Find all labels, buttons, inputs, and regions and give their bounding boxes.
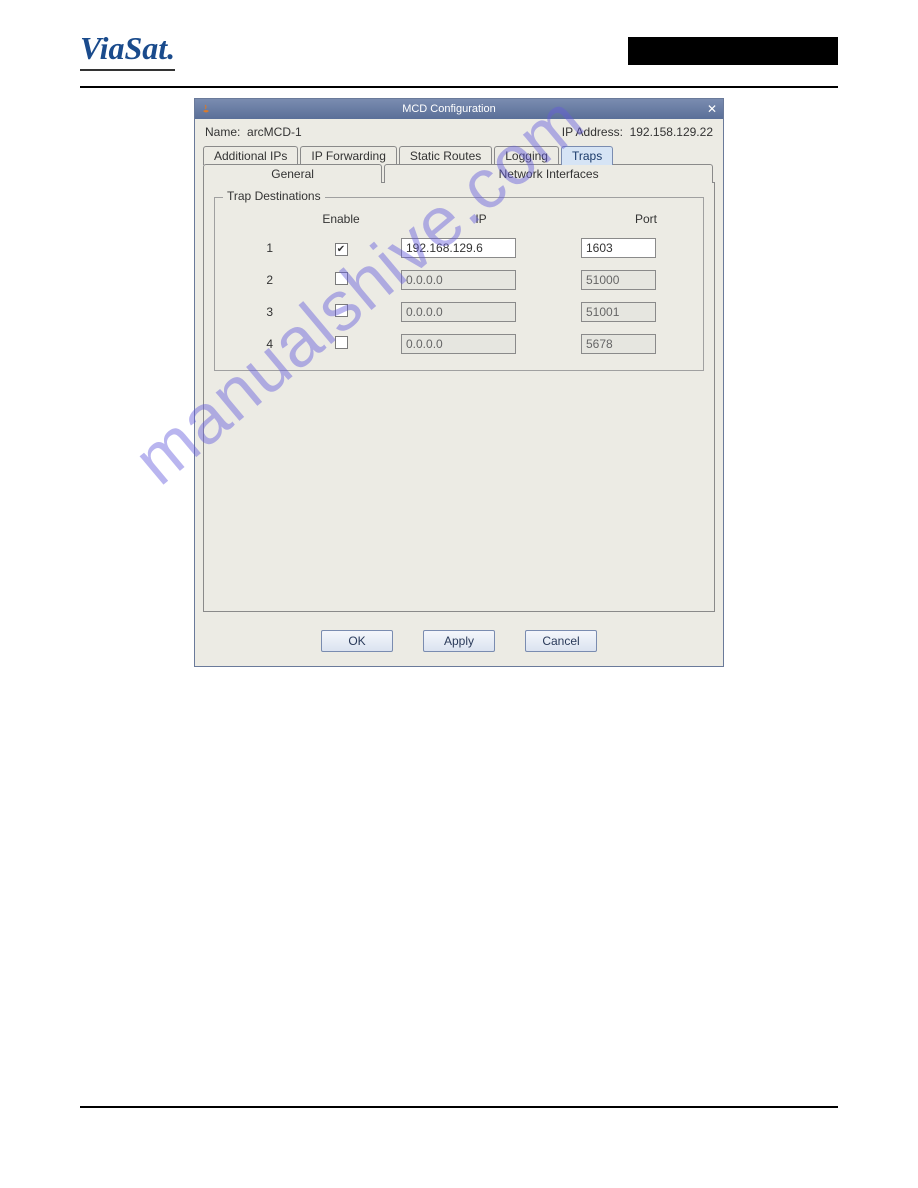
footer-rule — [80, 1106, 838, 1108]
cancel-button[interactable]: Cancel — [525, 630, 597, 652]
apply-button[interactable]: Apply — [423, 630, 495, 652]
dialog-buttons: OK Apply Cancel — [195, 620, 723, 666]
fieldset-legend: Trap Destinations — [223, 189, 325, 203]
enable-checkbox-1[interactable]: ✔ — [335, 243, 348, 256]
tab-traps[interactable]: Traps — [561, 146, 613, 165]
dialog-title: MCD Configuration — [193, 103, 705, 115]
header-black-block — [628, 37, 838, 65]
row-num-2: 2 — [241, 273, 281, 287]
ip-input-4[interactable] — [401, 334, 516, 354]
col-port: Port — [581, 212, 711, 226]
tabs-row-upper: Additional IPs IP Forwarding Static Rout… — [195, 145, 723, 164]
tab-additional-ips[interactable]: Additional IPs — [203, 146, 298, 165]
enable-checkbox-4[interactable] — [335, 336, 348, 349]
viasat-logo: ViaSat. — [80, 30, 175, 71]
close-icon[interactable]: ✕ — [705, 102, 719, 116]
tab-logging[interactable]: Logging — [494, 146, 559, 165]
port-input-4[interactable] — [581, 334, 656, 354]
tab-general[interactable]: General — [203, 164, 382, 183]
titlebar: MCD Configuration ✕ — [195, 99, 723, 119]
mcd-config-dialog: MCD Configuration ✕ Name: arcMCD-1 IP Ad… — [194, 98, 724, 667]
ip-value: 192.158.129.22 — [630, 125, 713, 139]
row-num-1: 1 — [241, 241, 281, 255]
logo-dot: . — [167, 30, 175, 66]
tabs-row-lower: General Network Interfaces — [195, 163, 723, 182]
ok-button[interactable]: OK — [321, 630, 393, 652]
tab-content: Trap Destinations Enable IP Port 1 ✔ 2 3 — [203, 182, 715, 612]
trap-destinations-fieldset: Trap Destinations Enable IP Port 1 ✔ 2 3 — [214, 197, 704, 371]
logo-text: ViaSat — [80, 30, 167, 66]
tab-static-routes[interactable]: Static Routes — [399, 146, 492, 165]
row-num-4: 4 — [241, 337, 281, 351]
name-label: Name: — [205, 125, 240, 139]
col-enable: Enable — [301, 212, 381, 226]
trap-grid: Enable IP Port 1 ✔ 2 3 4 — [241, 212, 687, 354]
port-input-2[interactable] — [581, 270, 656, 290]
port-input-1[interactable] — [581, 238, 656, 258]
ip-input-3[interactable] — [401, 302, 516, 322]
name-value: arcMCD-1 — [247, 125, 302, 139]
col-ip: IP — [401, 212, 561, 226]
enable-checkbox-2[interactable] — [335, 272, 348, 285]
ip-label: IP Address: — [562, 125, 623, 139]
header-rule — [80, 86, 838, 88]
tab-network-interfaces[interactable]: Network Interfaces — [384, 164, 713, 183]
name-ip-row: Name: arcMCD-1 IP Address: 192.158.129.2… — [195, 119, 723, 143]
page-header: ViaSat. — [0, 0, 918, 81]
enable-checkbox-3[interactable] — [335, 304, 348, 317]
ip-input-2[interactable] — [401, 270, 516, 290]
tab-ip-forwarding[interactable]: IP Forwarding — [300, 146, 396, 165]
port-input-3[interactable] — [581, 302, 656, 322]
row-num-3: 3 — [241, 305, 281, 319]
ip-input-1[interactable] — [401, 238, 516, 258]
